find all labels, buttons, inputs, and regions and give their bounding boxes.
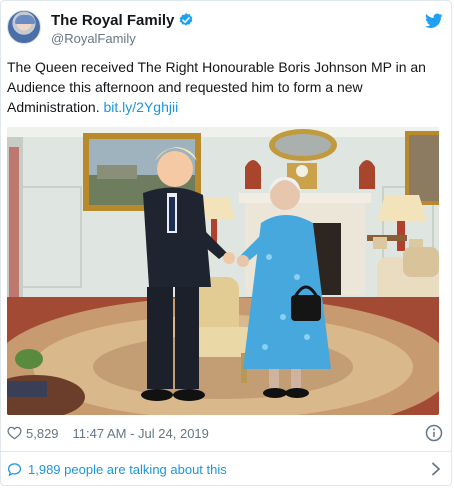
tweet-photo[interactable] (7, 127, 439, 415)
photo-scene (7, 127, 439, 415)
twitter-bird-icon[interactable] (425, 13, 443, 29)
tweet-body: The Queen received The Right Honourable … (7, 59, 426, 115)
tweet-text: The Queen received The Right Honourable … (7, 57, 443, 117)
like-count[interactable]: 5,829 (26, 426, 59, 441)
info-icon[interactable] (425, 424, 443, 442)
display-name[interactable]: The Royal Family (51, 12, 174, 29)
heart-icon[interactable] (7, 426, 22, 440)
tweet-link[interactable]: bit.ly/2Yghjii (103, 99, 178, 115)
divider (1, 451, 451, 452)
chevron-right-icon (432, 462, 440, 476)
tweet-meta: 5,829 11:47 AM - Jul 24, 2019 (7, 423, 443, 443)
handle[interactable]: @RoyalFamily (51, 31, 136, 46)
avatar[interactable] (7, 10, 41, 44)
tweet-card: The Royal Family @RoyalFamily The Queen … (0, 0, 452, 486)
conversation-link[interactable]: 1,989 people are talking about this (7, 459, 443, 479)
timestamp[interactable]: 11:47 AM - Jul 24, 2019 (73, 426, 209, 441)
verified-badge-icon (179, 13, 193, 26)
tweet-header: The Royal Family @RoyalFamily (7, 7, 443, 47)
name-row: The Royal Family (51, 11, 194, 29)
speech-bubble-icon (7, 462, 22, 476)
conversation-label: 1,989 people are talking about this (28, 461, 227, 477)
